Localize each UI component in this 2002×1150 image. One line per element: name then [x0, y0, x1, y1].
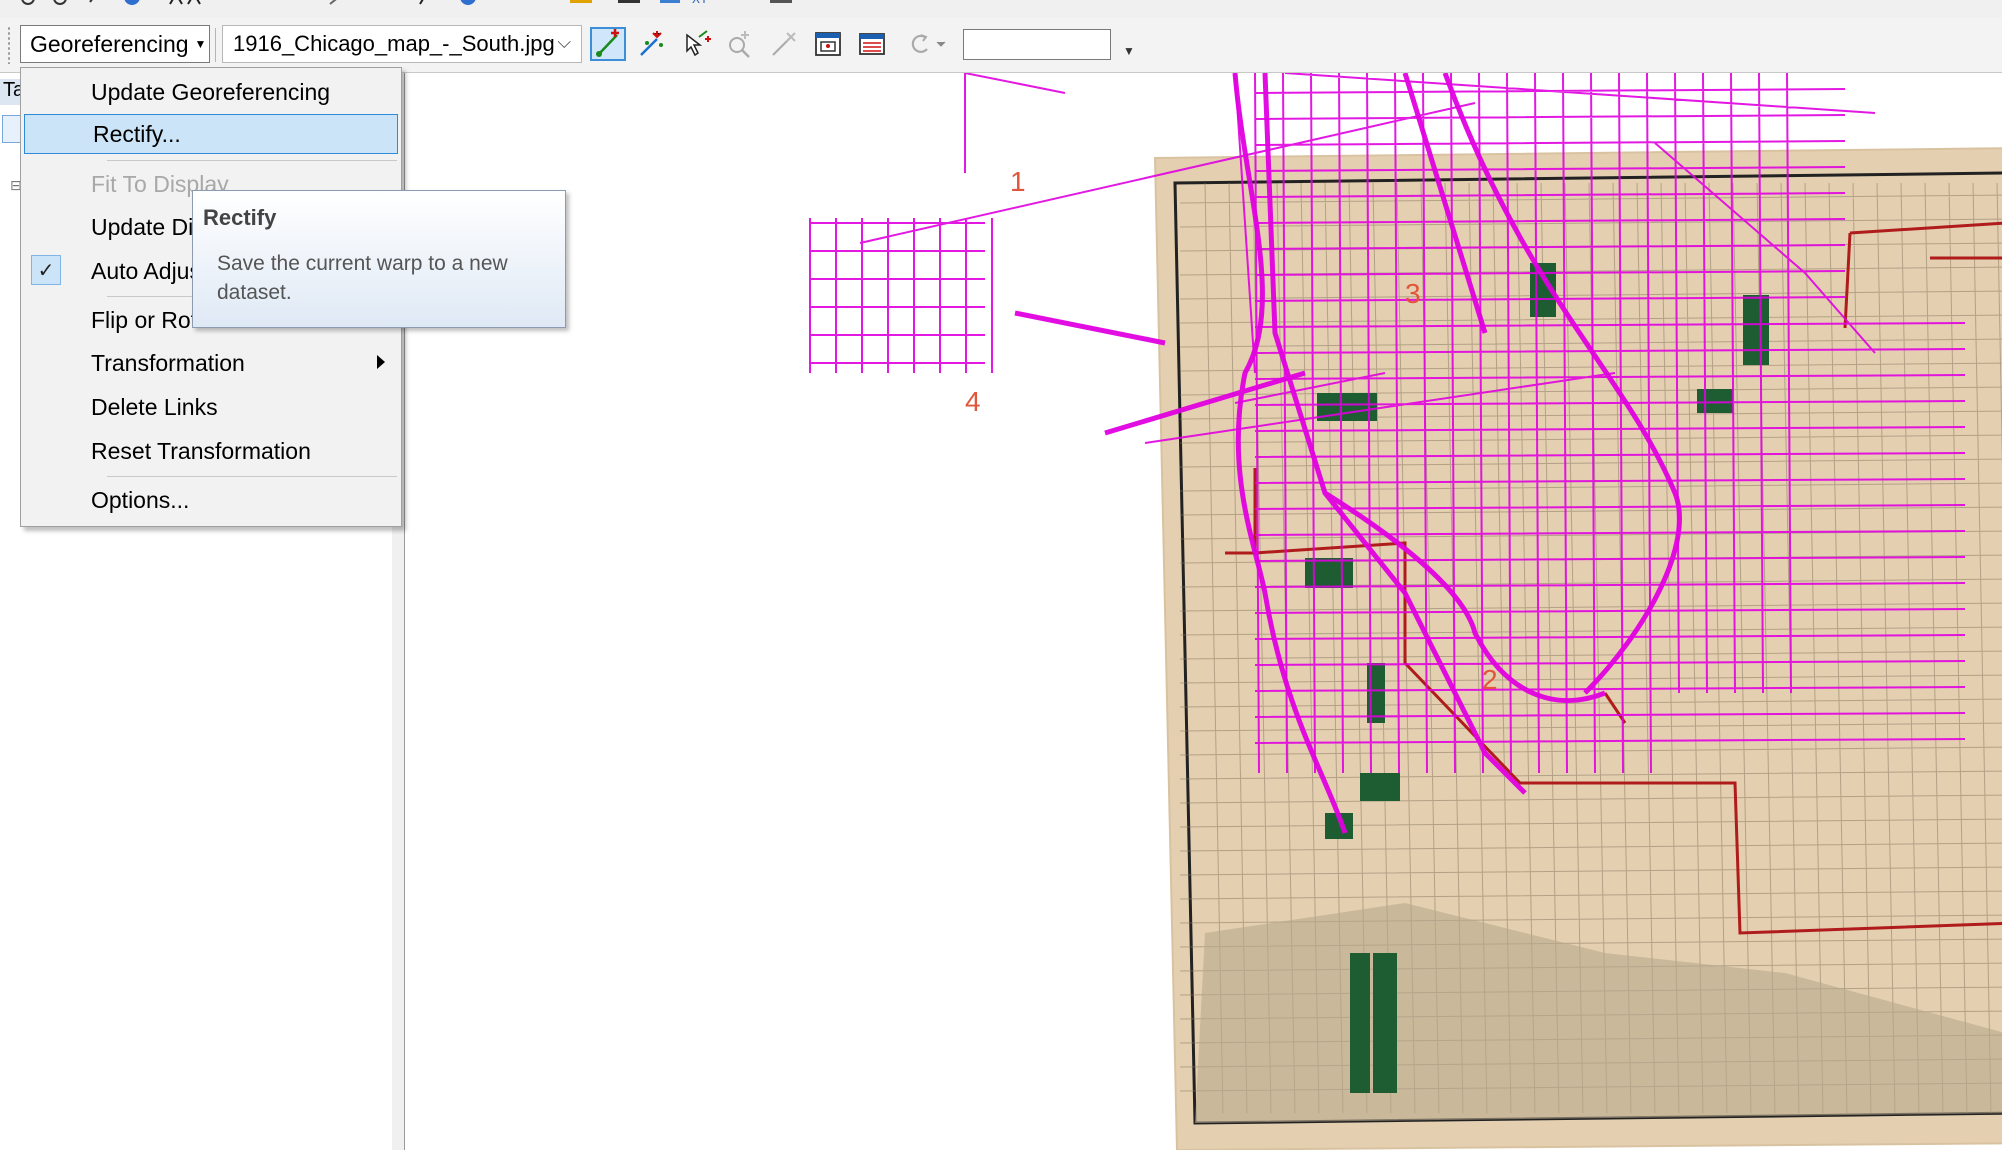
menu-item-transformation[interactable]: Transformation — [23, 343, 399, 383]
toolbar-separator — [215, 28, 216, 62]
menu-item-label: Rectify... — [93, 120, 181, 147]
scale-input[interactable] — [963, 29, 1111, 60]
park-area — [1697, 389, 1733, 413]
zoom-link-icon — [729, 31, 750, 58]
menu-item-label: Transformation — [91, 349, 245, 376]
park-area — [1305, 558, 1353, 588]
add-control-points-icon — [596, 29, 619, 57]
delete-link-icon — [772, 32, 796, 56]
layer-select[interactable]: 1916_Chicago_map_-_South.jpg ⌵ — [222, 25, 582, 63]
standard-toolbar: XY — [0, 0, 2002, 19]
checkmark-icon: ✓ — [31, 255, 61, 285]
link-table-button[interactable] — [854, 27, 890, 61]
menu-item-label: Options... — [91, 486, 190, 513]
menu-item-label: Reset Transformation — [91, 437, 311, 464]
delete-link-button[interactable] — [766, 27, 802, 61]
menu-item-update-georeferencing[interactable]: Update Georeferencing — [23, 72, 399, 112]
park-area — [1743, 295, 1769, 365]
layer-select-value: 1916_Chicago_map_-_South.jpg — [233, 31, 555, 56]
control-point-label: 4 — [965, 386, 981, 417]
menu-separator — [107, 160, 397, 161]
park-area — [1350, 953, 1370, 1093]
auto-registration-icon — [640, 31, 663, 56]
menu-item-rectify[interactable]: Rectify... — [24, 114, 398, 154]
select-link-button[interactable] — [678, 27, 714, 61]
toolbar-grip[interactable] — [7, 26, 11, 64]
map-display[interactable]: 1 2 3 4 — [405, 73, 2002, 1150]
auto-registration-button[interactable] — [634, 27, 670, 61]
chevron-down-icon: ▼ — [194, 37, 207, 51]
control-point-label: 1 — [1010, 166, 1026, 197]
map-canvas[interactable]: 1 2 3 4 — [405, 73, 2002, 1150]
viewer-button[interactable] — [810, 27, 846, 61]
add-control-points-button[interactable] — [590, 27, 626, 61]
menu-item-label: Update Georeferencing — [91, 78, 331, 105]
rotate-icon — [911, 34, 946, 53]
viewer-icon — [815, 32, 841, 56]
georeferencing-menu-label: Georeferencing — [30, 30, 189, 57]
tooltip-body: Save the current warp to a new dataset. — [217, 252, 508, 304]
toolbar-overflow-button[interactable]: ▼ — [1123, 44, 1139, 66]
control-point-label: 3 — [1405, 278, 1421, 309]
menu-item-reset-transformation[interactable]: Reset Transformation — [23, 431, 399, 471]
zoom-to-link-button[interactable] — [722, 27, 758, 61]
park-area — [1373, 953, 1397, 1093]
select-link-icon — [686, 30, 711, 57]
georeferencing-menu-button[interactable]: Georeferencing ▼ — [20, 25, 210, 63]
submenu-arrow-icon — [377, 355, 385, 369]
control-point-label: 2 — [1482, 664, 1498, 695]
menu-item-label: Delete Links — [91, 393, 218, 420]
link-table-icon — [859, 33, 885, 55]
rotate-button[interactable] — [898, 27, 952, 61]
menu-item-label: Auto Adjust — [91, 257, 208, 284]
menu-item-options[interactable]: Options... — [23, 480, 399, 520]
tooltip-title: Rectify — [203, 205, 277, 230]
rectify-tooltip: Rectify Save the current warp to a new d… — [192, 190, 566, 328]
georeferencing-toolbar: Georeferencing ▼ 1916_Chicago_map_-_Sout… — [0, 18, 2002, 73]
menu-separator — [107, 476, 397, 477]
svg-text:XY: XY — [692, 0, 708, 6]
menu-item-delete-links[interactable]: Delete Links — [23, 387, 399, 427]
chevron-down-icon: ⌵ — [557, 32, 571, 52]
park-area — [1360, 773, 1400, 801]
toolbar-icons-partial[interactable]: XY — [20, 0, 1020, 10]
